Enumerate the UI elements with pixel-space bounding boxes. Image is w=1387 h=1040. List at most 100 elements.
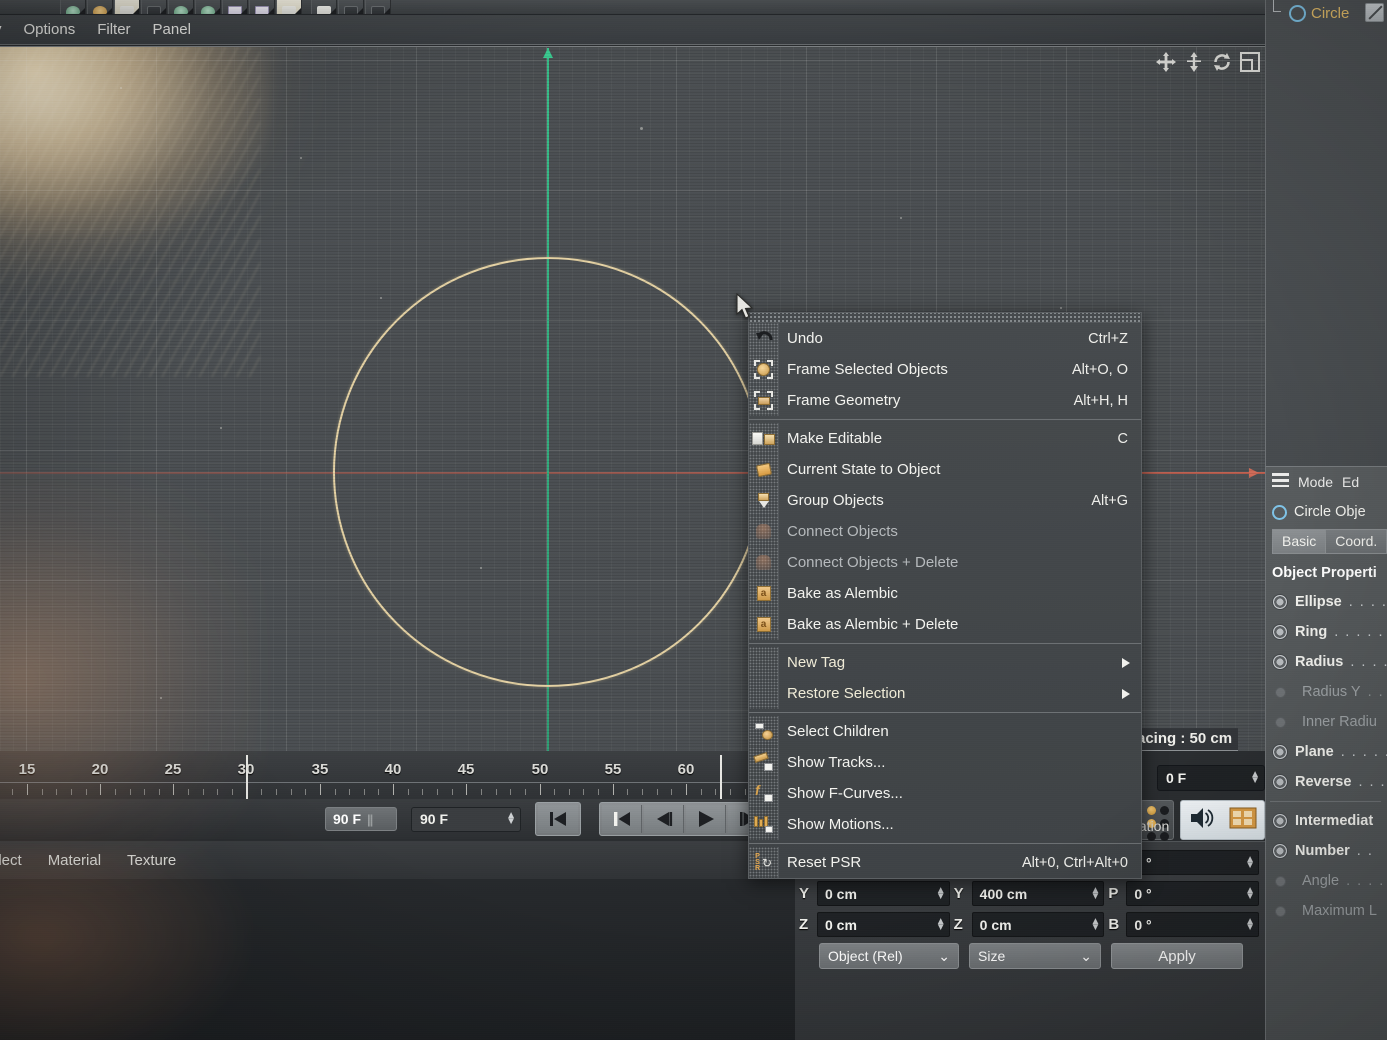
object-manager-row[interactable]: Circle xyxy=(1266,0,1387,26)
object-manager[interactable]: Circle xyxy=(1265,0,1387,466)
property-row-reverse[interactable]: Reverse . . . xyxy=(1266,767,1387,797)
menu-item-bake-as-alembic-delete[interactable]: a Bake as Alembic + Delete xyxy=(749,609,1141,640)
menu-item-show-f-curves[interactable]: f Show F-Curves... xyxy=(749,778,1141,809)
tab-coord[interactable]: Coord. xyxy=(1325,529,1387,554)
menu-item-restore-selection[interactable]: Restore Selection xyxy=(749,678,1141,709)
property-row-ring[interactable]: Ring . . . . . . xyxy=(1266,617,1387,647)
previous-key-button[interactable] xyxy=(602,805,642,833)
size-mode-dropdown[interactable]: Size ⌄ xyxy=(969,943,1101,969)
spinner-arrows-icon[interactable]: ▲▼ xyxy=(1245,916,1255,932)
radio-filled-icon[interactable] xyxy=(1272,594,1288,610)
frame-field[interactable]: 0 F ▲ ▼ xyxy=(1157,765,1265,791)
spinner-arrows-icon[interactable]: ▲▼ xyxy=(506,811,516,827)
radio-filled-icon[interactable] xyxy=(1272,654,1288,670)
spinner-arrows-icon[interactable]: ▲▼ xyxy=(1245,885,1255,901)
property-row-number[interactable]: Number . . xyxy=(1266,836,1387,866)
play-button[interactable] xyxy=(686,805,726,833)
timeline-tick-label: 15 xyxy=(18,761,36,778)
rotation-b-input[interactable]: 0 ° ▲ ▼ xyxy=(1126,912,1260,937)
step-back-button[interactable] xyxy=(644,805,684,833)
toolbar-icon-primitive-10[interactable] xyxy=(311,0,337,14)
property-row-radius[interactable]: Radius . . . . xyxy=(1266,647,1387,677)
menu-item-make-editable[interactable]: Make Editable C xyxy=(749,423,1141,454)
property-row-inner-radiu[interactable]: Inner Radiu xyxy=(1266,707,1387,737)
hamburger-icon[interactable] xyxy=(1272,473,1289,490)
timeline-playhead-end[interactable] xyxy=(720,755,722,799)
menu-panel[interactable]: Panel xyxy=(153,21,191,38)
position-y-input[interactable]: 0 cm ▲ ▼ xyxy=(817,881,950,906)
position-z-input[interactable]: 0 cm ▲ ▼ xyxy=(817,912,950,937)
end-frame-field[interactable]: 90 F ▲ ▼ xyxy=(411,806,521,832)
radio-filled-icon[interactable] xyxy=(1272,774,1288,790)
rotation-axis-label: B xyxy=(1108,916,1120,933)
rotation-h-input[interactable]: 0 ° ▲ ▼ xyxy=(1126,850,1260,875)
spinner-arrows-icon[interactable]: ▲▼ xyxy=(936,916,946,932)
menu-item-frame-geometry[interactable]: Frame Geometry Alt+H, H xyxy=(749,385,1141,416)
film-strip-icon[interactable] xyxy=(1229,806,1257,835)
current-frame-display[interactable]: 90 F || xyxy=(325,807,397,831)
toolbar-icon-primitive-12[interactable] xyxy=(365,0,391,14)
rotation-p-input[interactable]: 0 ° ▲ ▼ xyxy=(1126,881,1260,906)
property-row-intermediat[interactable]: Intermediat xyxy=(1266,806,1387,836)
zoom-icon[interactable] xyxy=(1183,51,1205,73)
menu-item-show-tracks[interactable]: Show Tracks... xyxy=(749,747,1141,778)
maximize-icon[interactable] xyxy=(1239,51,1261,73)
radio-filled-icon[interactable] xyxy=(1272,624,1288,640)
go-to-start-button[interactable] xyxy=(538,805,578,833)
context-menu-grip[interactable] xyxy=(749,313,1141,323)
spinner-arrows-icon[interactable]: ▲▼ xyxy=(1250,770,1260,786)
toolbar-icon-primitive-5[interactable] xyxy=(168,0,194,14)
timeline-playhead[interactable] xyxy=(246,755,248,799)
speaker-icon[interactable] xyxy=(1188,806,1214,835)
toolbar-icon-primitive-9[interactable] xyxy=(276,0,302,14)
coordinate-mode-dropdown[interactable]: Object (Rel) ⌄ xyxy=(819,943,959,969)
spinner-arrows-icon[interactable]: ▲▼ xyxy=(936,885,946,901)
toolbar-icon-primitive-3[interactable] xyxy=(114,0,140,14)
toolbar-icon-primitive-6[interactable] xyxy=(195,0,221,14)
am-menu-edit[interactable]: Ed xyxy=(1342,474,1359,490)
toolbar-icon-primitive-4[interactable] xyxy=(141,0,167,14)
toolbar-icon-primitive-2[interactable] xyxy=(87,0,113,14)
menu-item-show-motions[interactable]: Show Motions... xyxy=(749,809,1141,840)
radio-filled-icon[interactable] xyxy=(1272,744,1288,760)
rotate-icon[interactable] xyxy=(1211,51,1233,73)
toolbar-icon-primitive-1[interactable] xyxy=(60,0,86,14)
material-manager-body[interactable] xyxy=(0,849,795,1040)
radio-filled-icon[interactable] xyxy=(1272,813,1288,829)
toolbar-icon-primitive-8[interactable] xyxy=(249,0,275,14)
radio-filled-icon[interactable] xyxy=(1272,843,1288,859)
menu-item-select-children[interactable]: Select Children xyxy=(749,716,1141,747)
menu-item-group-objects[interactable]: Group Objects Alt+G xyxy=(749,485,1141,516)
menu-filter[interactable]: Filter xyxy=(97,21,130,38)
object-name[interactable]: Circle xyxy=(1311,5,1349,22)
tab-basic[interactable]: Basic xyxy=(1272,529,1326,554)
toolbar-icon-primitive-7[interactable] xyxy=(222,0,248,14)
circle-spline-object[interactable] xyxy=(333,257,763,687)
am-menu-mode[interactable]: Mode xyxy=(1298,474,1333,490)
property-row-radius-y[interactable]: Radius Y . . . xyxy=(1266,677,1387,707)
menu-item-frame-selected-objects[interactable]: Frame Selected Objects Alt+O, O xyxy=(749,354,1141,385)
rotation-b-value: 0 ° xyxy=(1134,916,1152,933)
menu-item-new-tag[interactable]: New Tag xyxy=(749,647,1141,678)
menu-item-current-state-to-object[interactable]: Current State to Object xyxy=(749,454,1141,485)
menu-options[interactable]: Options xyxy=(24,21,76,38)
menu-item-reset-psr[interactable]: P S R ↻ Reset PSR Alt+0, Ctrl+Alt+0 xyxy=(749,847,1141,878)
property-row-angle[interactable]: Angle . . . . . xyxy=(1266,866,1387,896)
spinner-arrows-icon[interactable]: ▲▼ xyxy=(1245,854,1255,870)
spinner-arrows-icon[interactable]: ▲▼ xyxy=(1090,885,1100,901)
menu-item-undo[interactable]: Undo Ctrl+Z xyxy=(749,323,1141,354)
apply-button[interactable]: Apply xyxy=(1111,943,1243,969)
property-row-plane[interactable]: Plane . . . . . xyxy=(1266,737,1387,767)
menu-item-bake-as-alembic[interactable]: a Bake as Alembic xyxy=(749,578,1141,609)
property-row-maximum-l[interactable]: Maximum L xyxy=(1266,896,1387,926)
size-z-input[interactable]: 0 cm ▲ ▼ xyxy=(971,912,1105,937)
size-y-input[interactable]: 400 cm ▲ ▼ xyxy=(971,881,1105,906)
toolbar-icon-primitive-11[interactable] xyxy=(338,0,364,14)
phong-tag[interactable] xyxy=(1365,3,1384,22)
pan-icon[interactable] xyxy=(1155,51,1177,73)
spinner-arrows-icon[interactable]: ▲▼ xyxy=(1090,916,1100,932)
context-menu: Undo Ctrl+Z Frame Selected Objects Alt+O, O… xyxy=(748,312,1142,879)
coordinate-mode-value: Object (Rel) xyxy=(828,948,903,964)
menu-clipped[interactable]: y xyxy=(0,21,2,38)
property-row-ellipse[interactable]: Ellipse . . . . xyxy=(1266,587,1387,617)
